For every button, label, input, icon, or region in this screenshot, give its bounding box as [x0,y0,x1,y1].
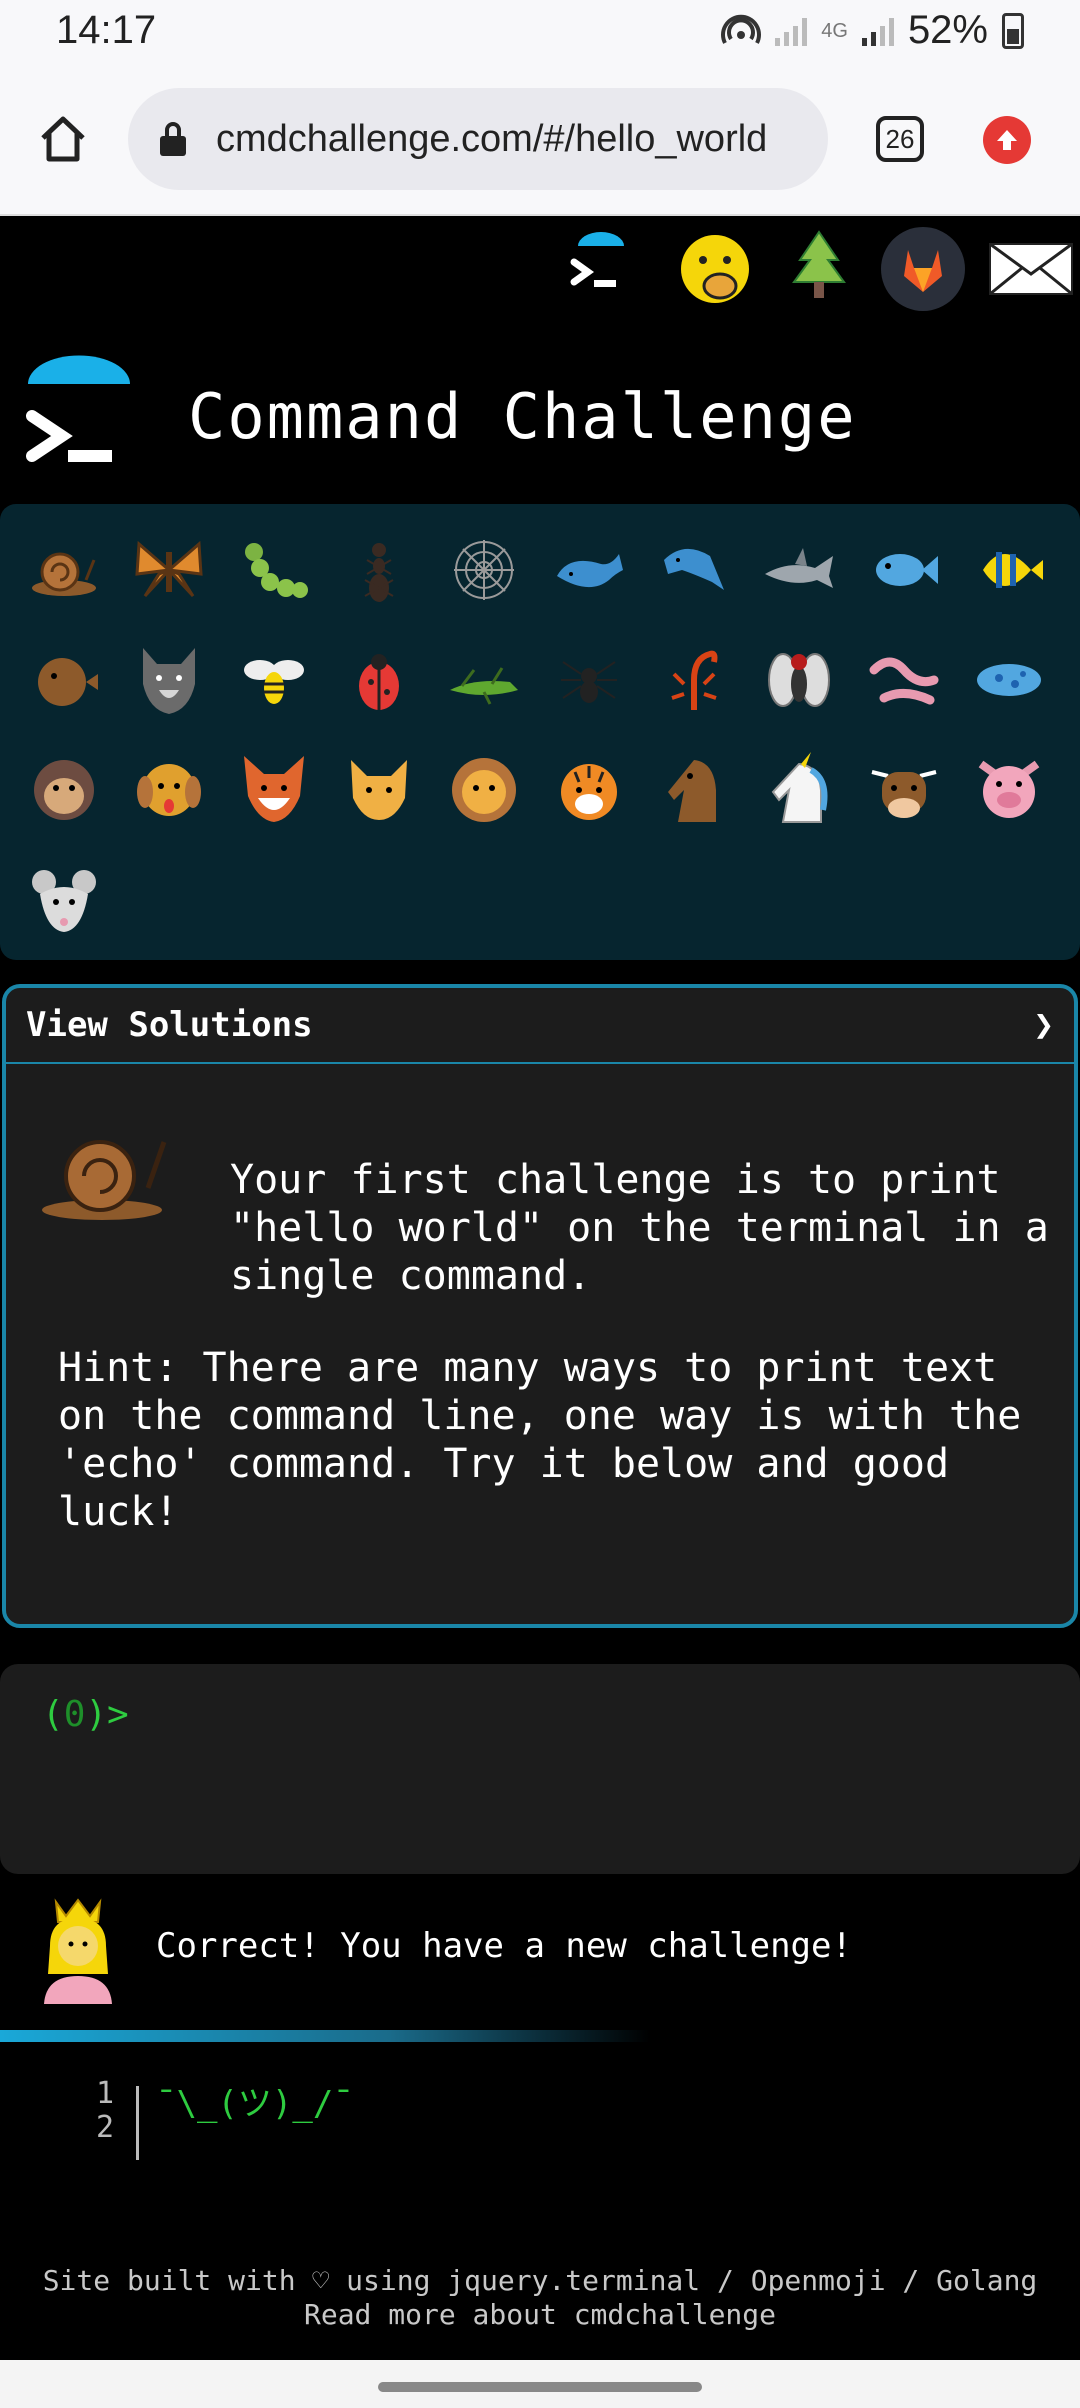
horse-icon[interactable] [644,740,744,840]
status-time: 14:17 [56,8,157,52]
address-bar[interactable]: cmdchallenge.com/#/hello_world [128,88,828,190]
system-nav-bar [0,2360,1080,2408]
status-indicators: 4G 52% [721,8,1024,53]
wolf-icon[interactable] [119,630,219,730]
challenge-icon-grid [0,504,1080,960]
result-text: Correct! You have a new challenge! [156,1926,852,1966]
network-type: 4G [821,19,848,42]
hand-over-mouth-icon[interactable] [672,226,758,312]
dog-icon[interactable] [119,740,219,840]
divider-bar [0,2030,650,2042]
cat-icon[interactable] [329,740,429,840]
challenge-hint: Hint: There are many ways to print text … [58,1345,1022,1535]
footer: Site built with ♡ using jquery.terminal … [0,2264,1080,2332]
read-more-link[interactable]: Read more about cmdchallenge [0,2298,1080,2332]
spiderweb-icon[interactable] [434,520,534,620]
tropical-fish-icon[interactable] [959,520,1059,620]
challenge-description: Your first challenge is to print "hello … [230,1157,1049,1299]
butterfly-icon[interactable] [119,520,219,620]
gitlab-icon[interactable] [880,226,966,312]
output-panel: 1 2 ¯\_(ツ)_/¯ [0,2076,1080,2160]
pig-icon[interactable] [959,740,1059,840]
terminal-icon[interactable] [558,226,644,312]
monkey-icon[interactable] [14,740,114,840]
lion-icon[interactable] [434,740,534,840]
snail-icon [42,1140,167,1220]
fox-icon[interactable] [224,740,324,840]
gesture-handle[interactable] [378,2382,702,2392]
lock-icon [160,122,186,156]
attempt-count: 0 [63,1694,86,1735]
unicorn-icon[interactable] [749,740,849,840]
status-bar: 14:17 4G 52% [0,0,1080,70]
signal-icon-2 [861,16,894,46]
ant-icon[interactable] [329,520,429,620]
url-text: cmdchallenge.com/#/hello_world [216,117,768,160]
battery-percent: 52% [907,8,988,52]
scorpion-icon[interactable] [644,630,744,730]
footer-credits: Site built with ♡ using jquery.terminal … [42,2264,1038,2297]
update-icon[interactable] [983,116,1031,164]
home-icon[interactable] [38,114,88,164]
line-number: 1 [96,2076,115,2111]
browser-toolbar: cmdchallenge.com/#/hello_world 26 [0,70,1080,216]
battery-icon [1002,12,1024,49]
gutter-line [136,2086,139,2160]
dolphin-icon[interactable] [644,520,744,620]
terminal-logo-icon[interactable] [22,344,132,474]
cricket-icon[interactable] [434,630,534,730]
microbe-icon[interactable] [959,630,1059,730]
fish-icon[interactable] [854,520,954,620]
caterpillar-icon[interactable] [224,520,324,620]
site-header: Command Challenge [0,330,1080,500]
top-icon-bar [0,216,1080,322]
challenge-panel: View Solutions ❯ Your first challenge is… [2,984,1078,1628]
spider-icon[interactable] [539,630,639,730]
result-message: Correct! You have a new challenge! [0,1890,1080,2010]
line-number: 2 [96,2110,115,2145]
view-solutions-toggle[interactable]: View Solutions ❯ [6,988,1074,1064]
ladybug-icon[interactable] [329,630,429,730]
page-title: Command Challenge [188,380,857,453]
terminal-prompt: (0)> [42,1694,129,1735]
chevron-right-icon: ❯ [1033,1005,1054,1045]
hotspot-icon [721,14,762,44]
blowfish-icon[interactable] [14,630,114,730]
bee-icon[interactable] [224,630,324,730]
output-text: ¯\_(ツ)_/¯ [156,2084,354,2124]
envelope-icon[interactable] [986,226,1076,312]
shark-icon[interactable] [749,520,849,620]
signal-icon-1 [775,16,808,46]
tiger-icon[interactable] [539,740,639,840]
worm-icon[interactable] [854,630,954,730]
fly-icon[interactable] [749,630,849,730]
princess-icon [44,1898,112,2004]
tree-icon[interactable] [776,226,862,312]
tab-switcher-button[interactable]: 26 [876,116,924,162]
terminal-input[interactable]: (0)> [0,1664,1080,1874]
whale-icon[interactable] [539,520,639,620]
view-solutions-label: View Solutions [26,1005,313,1045]
snail-icon[interactable] [14,520,114,620]
cow-icon[interactable] [854,740,954,840]
mouse-icon[interactable] [14,850,114,950]
